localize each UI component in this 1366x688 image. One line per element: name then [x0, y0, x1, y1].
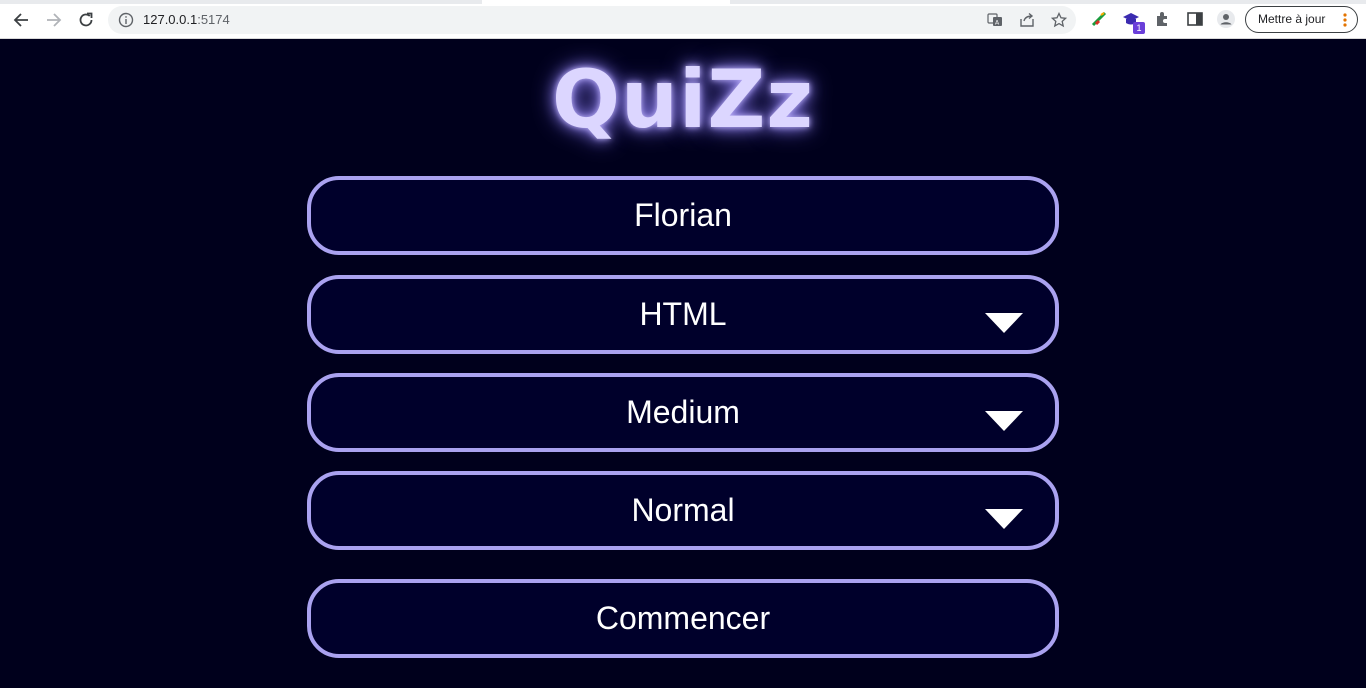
- url-port: :5174: [197, 12, 230, 27]
- update-button-label: Mettre à jour: [1258, 12, 1326, 26]
- bookmark-star-icon[interactable]: [1051, 12, 1067, 28]
- player-name-input[interactable]: Florian: [307, 176, 1059, 255]
- profile-avatar-icon[interactable]: [1217, 10, 1235, 28]
- dropdown-arrow-icon: [985, 508, 1023, 529]
- extension-badge: 1: [1133, 22, 1145, 34]
- category-select[interactable]: HTML: [307, 275, 1059, 354]
- browser-toolbar: 127.0.0.1:5174 A 1 Mettre à jour: [0, 0, 1366, 39]
- start-button-label: Commencer: [595, 600, 771, 636]
- app-title: QuiZz: [552, 53, 814, 146]
- translate-icon[interactable]: A: [987, 12, 1003, 28]
- extension-dart-icon[interactable]: [1090, 10, 1108, 28]
- forward-button[interactable]: [42, 8, 66, 32]
- url-text[interactable]: 127.0.0.1:5174: [143, 12, 230, 28]
- arrow-right-icon: [47, 13, 62, 27]
- mode-value: Normal: [631, 492, 735, 528]
- start-button[interactable]: Commencer: [307, 579, 1059, 658]
- player-name-value: Florian: [634, 197, 732, 233]
- more-menu-icon: [1343, 13, 1347, 27]
- back-button[interactable]: [9, 8, 33, 32]
- dropdown-arrow-icon: [985, 312, 1023, 333]
- reload-button[interactable]: [74, 8, 98, 32]
- reload-icon: [79, 12, 93, 27]
- tab-strip: [0, 0, 1366, 4]
- arrow-left-icon: [13, 13, 28, 27]
- difficulty-select[interactable]: Medium: [307, 373, 1059, 452]
- active-tab-edge: [482, 0, 730, 4]
- side-panel-icon[interactable]: [1186, 10, 1204, 28]
- update-button[interactable]: Mettre à jour: [1245, 6, 1358, 33]
- share-icon[interactable]: [1019, 12, 1035, 28]
- site-info-icon[interactable]: [118, 12, 134, 28]
- url-host: 127.0.0.1: [143, 12, 198, 27]
- dropdown-arrow-icon: [985, 410, 1023, 431]
- mode-select[interactable]: Normal: [307, 471, 1059, 550]
- difficulty-value: Medium: [626, 394, 740, 430]
- address-bar[interactable]: 127.0.0.1:5174 A: [108, 6, 1076, 34]
- extensions-puzzle-icon[interactable]: [1154, 10, 1172, 28]
- category-value: HTML: [639, 296, 727, 332]
